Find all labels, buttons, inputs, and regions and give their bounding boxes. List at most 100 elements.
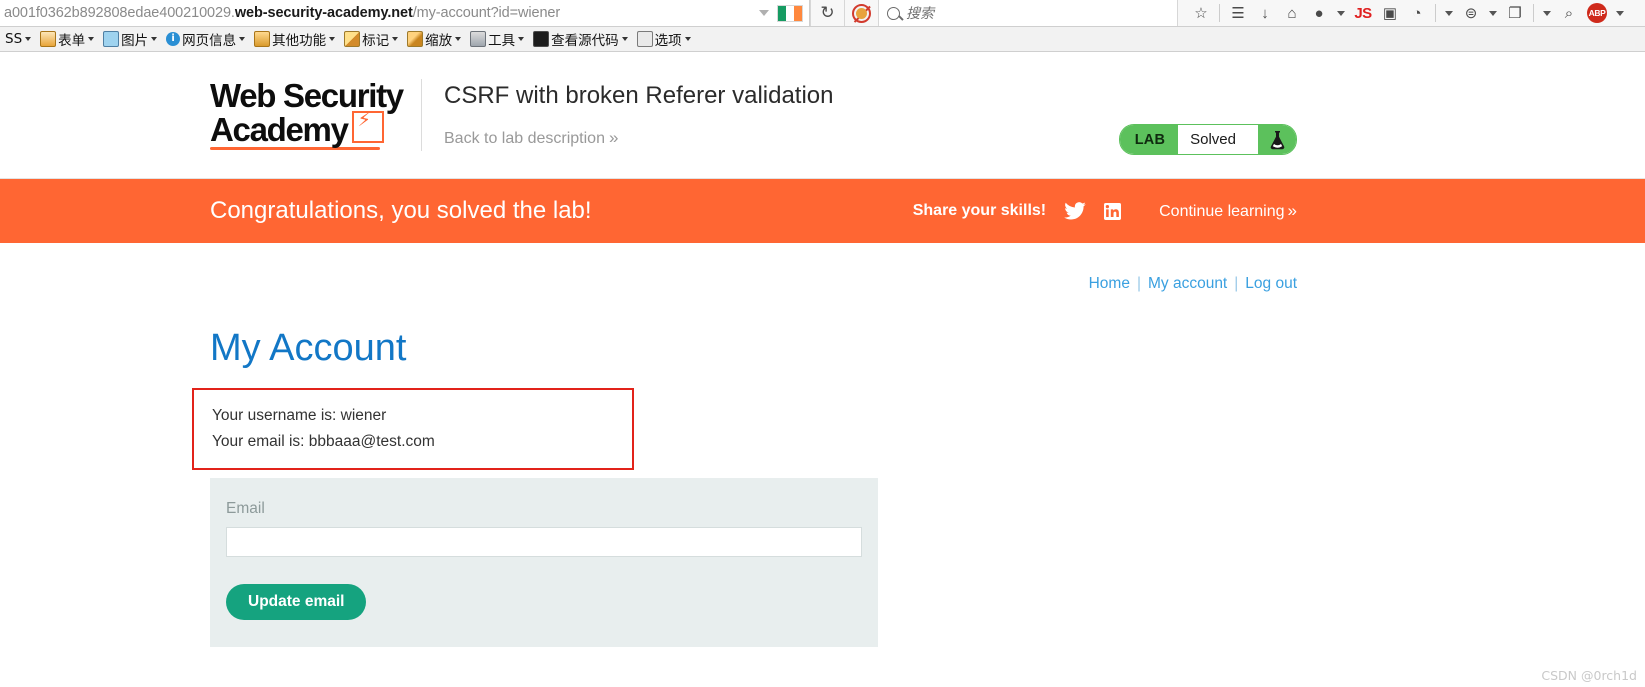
options-icon — [636, 31, 653, 47]
address-bar-icons — [759, 4, 807, 22]
devbar-item-view-source[interactable]: 查看源代码 — [530, 28, 631, 50]
academy-logo[interactable]: Web Security Academy — [210, 76, 413, 151]
extension-toolbar: ☆ ☰ ↓ ⌂ ● JS ▣ ◔ ⊜ ❐ ⌕ ABP — [1178, 0, 1645, 26]
devbar-label-resize: 缩放 — [425, 33, 453, 49]
twitter-icon[interactable] — [1064, 202, 1086, 220]
url-subdomain: a001f0362b892808edae400210029. — [4, 5, 235, 21]
information-icon: i — [166, 32, 181, 46]
continue-learning-label: Continue learning — [1159, 203, 1285, 220]
image-export-icon[interactable]: ▣ — [1381, 2, 1399, 24]
page-content: Web Security Academy CSRF with broken Re… — [0, 52, 1645, 687]
toolbar-divider-2 — [1435, 4, 1436, 22]
chevron-down-icon — [455, 37, 462, 41]
images-icon — [103, 31, 120, 47]
continue-learning-link[interactable]: Continue learning» — [1159, 201, 1297, 221]
devbar-item-images[interactable]: 图片 — [100, 28, 160, 50]
devbar-label-tools: 工具 — [488, 33, 516, 49]
lab-status-text: Solved — [1178, 125, 1258, 154]
account-info-box: Your username is: wiener Your email is: … — [192, 388, 634, 470]
chevron-right-icon: » — [1287, 201, 1297, 220]
devbar-item-css[interactable]: SS — [2, 30, 34, 48]
adblock-plus-icon[interactable]: ABP — [1587, 3, 1607, 23]
status-badge: LAB Solved — [1118, 124, 1297, 155]
logo-line-2: Academy — [210, 110, 349, 148]
devbar-item-information[interactable]: i 网页信息 — [163, 28, 248, 50]
tools-icon — [470, 31, 487, 47]
devbar-item-options[interactable]: 选项 — [634, 28, 694, 50]
globe-chevron-down-icon[interactable] — [1337, 10, 1345, 16]
chevron-down-icon — [88, 37, 95, 41]
outline-icon — [344, 31, 361, 47]
devbar-item-forms[interactable]: 表单 — [37, 28, 97, 50]
nav-link-my-account[interactable]: My account — [1148, 275, 1227, 292]
devbar-label-view-source: 查看源代码 — [551, 33, 619, 49]
web-developer-toolbar: SS 表单 图片 i 网页信息 其他功能 标记 缩放 工具 查看源代码 选项 — [0, 27, 1645, 52]
flag-ireland-icon[interactable] — [777, 4, 803, 22]
devbar-label-information: 网页信息 — [182, 33, 237, 49]
noscript-button[interactable] — [844, 0, 878, 26]
linkedin-icon[interactable] — [1104, 202, 1122, 220]
javascript-toggle-icon[interactable]: JS — [1354, 2, 1372, 24]
chevron-down-icon — [392, 37, 399, 41]
globe-icon[interactable]: ● — [1310, 2, 1328, 24]
academy-header: Web Security Academy CSRF with broken Re… — [0, 52, 1645, 179]
zoom-search-icon[interactable]: ⌕ — [1560, 2, 1578, 24]
user-agent-icon[interactable]: ⊜ — [1462, 2, 1480, 24]
devbar-label-outline: 标记 — [362, 33, 390, 49]
devbar-label-images: 图片 — [121, 33, 149, 49]
account-heading: My Account — [210, 327, 407, 369]
email-field[interactable] — [226, 527, 862, 557]
toolbar-divider-3 — [1533, 4, 1534, 22]
flask-glyph — [1270, 130, 1284, 149]
bookmark-star-icon[interactable]: ☆ — [1192, 2, 1210, 24]
nav-separator-1: | — [1136, 275, 1141, 292]
home-icon[interactable]: ⌂ — [1283, 2, 1301, 24]
browser-chrome: a001f0362b892808edae400210029.web-securi… — [0, 0, 1645, 52]
user-agent-chevron-down-icon[interactable] — [1489, 10, 1497, 16]
resize-icon — [407, 31, 424, 47]
palette-chevron-down-icon[interactable] — [1445, 10, 1453, 16]
lab-flask-icon[interactable] — [1258, 125, 1296, 154]
chevron-down-icon — [329, 37, 336, 41]
update-email-form: Email Update email — [210, 478, 878, 647]
adblock-chevron-down-icon[interactable] — [1616, 10, 1624, 16]
devbar-label-miscellaneous: 其他功能 — [272, 33, 327, 49]
banner-actions: Share your skills! Continue learning» — [913, 201, 1645, 221]
nav-link-log-out[interactable]: Log out — [1245, 275, 1297, 292]
downloads-icon[interactable]: ↓ — [1256, 2, 1274, 24]
search-input[interactable]: 搜索 — [906, 3, 934, 23]
nav-link-home[interactable]: Home — [1089, 275, 1130, 292]
main-content: Home | My account | Log out My Account Your … — [0, 243, 1645, 687]
devbar-item-miscellaneous[interactable]: 其他功能 — [251, 28, 338, 50]
chevron-down-icon — [151, 37, 158, 41]
page-copy-chevron-down-icon[interactable] — [1543, 10, 1551, 16]
chevron-down-icon — [239, 37, 246, 41]
account-nav: Home | My account | Log out — [0, 243, 1645, 293]
devbar-label-css: SS — [5, 31, 23, 47]
forms-icon — [40, 31, 57, 47]
devbar-item-outline[interactable]: 标记 — [341, 28, 401, 50]
palette-icon[interactable]: ◔ — [1408, 2, 1426, 24]
update-email-button[interactable]: Update email — [226, 584, 367, 620]
page-copy-icon[interactable]: ❐ — [1506, 2, 1524, 24]
back-link-label: Back to lab description — [444, 130, 605, 147]
email-line: Your email is: bbbaaa@test.com — [212, 433, 435, 450]
url-host: web-security-academy.net — [234, 5, 413, 21]
lightning-bolt-icon — [351, 111, 384, 144]
devbar-label-forms: 表单 — [58, 33, 86, 49]
reload-button[interactable]: ↻ — [810, 0, 844, 26]
url-path: /my-account?id=wiener — [412, 5, 561, 21]
dropdown-arrow-icon[interactable] — [759, 10, 769, 16]
chevron-down-icon — [684, 37, 691, 41]
devbar-item-tools[interactable]: 工具 — [467, 28, 527, 50]
devbar-item-resize[interactable]: 缩放 — [404, 28, 464, 50]
address-bar[interactable]: a001f0362b892808edae400210029.web-securi… — [0, 0, 810, 26]
chevron-down-icon — [518, 37, 525, 41]
linkedin-glyph — [1104, 202, 1122, 220]
logo-line-1: Web Security — [210, 76, 404, 114]
back-to-lab-description-link[interactable]: Back to lab description» — [444, 128, 834, 148]
chevron-down-icon — [621, 37, 628, 41]
url-text: a001f0362b892808edae400210029.web-securi… — [4, 5, 560, 21]
reading-list-icon[interactable]: ☰ — [1229, 2, 1247, 24]
search-bar[interactable]: 搜索 — [878, 0, 1178, 26]
